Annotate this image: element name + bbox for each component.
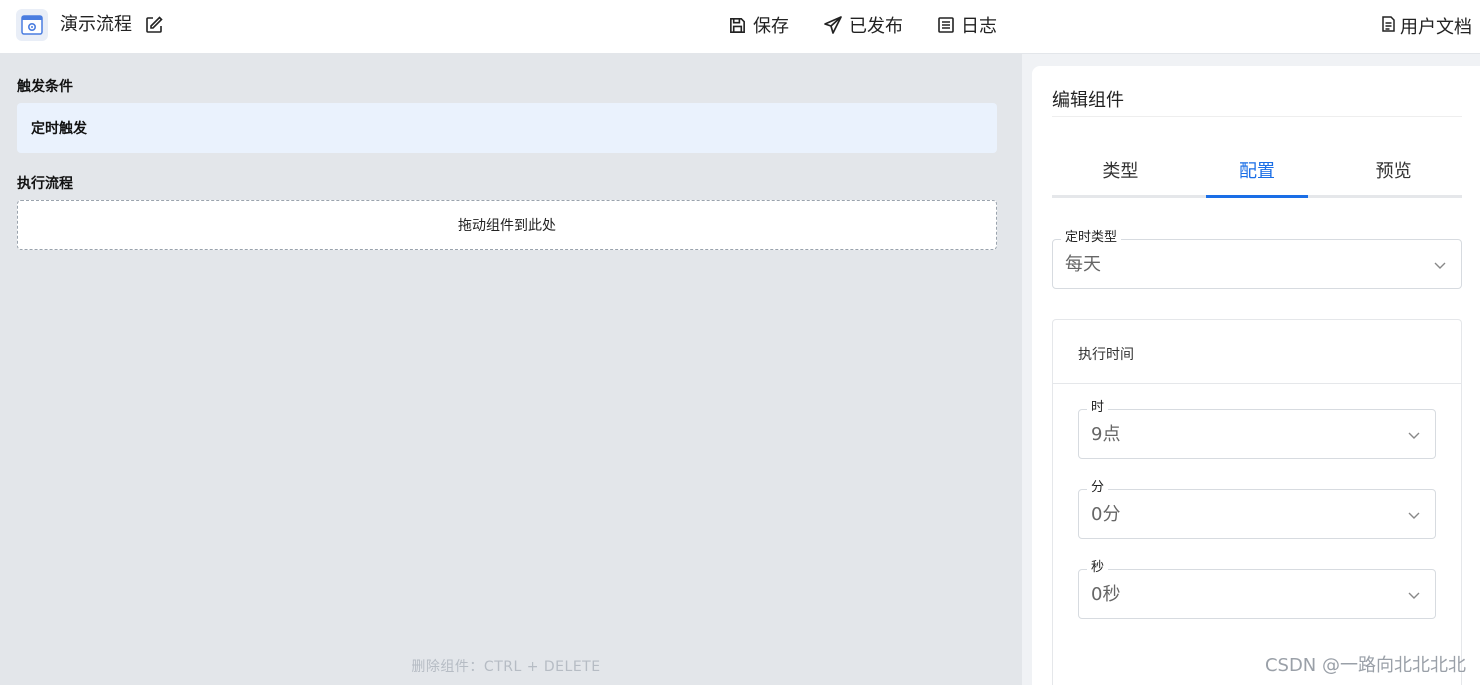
chevron-down-icon [1434,262,1446,269]
user-docs-label: 用户文档 [1400,17,1472,38]
second-label: 秒 [1087,560,1109,576]
panel-divider [1052,116,1462,117]
timer-type-label: 定时类型 [1061,230,1122,246]
hour-value: 9点 [1091,424,1121,445]
main-toolbar: 保存 已发布 日志 [728,13,997,37]
app-logo-icon [16,9,48,41]
hour-label: 时 [1087,400,1109,416]
tab-config[interactable]: 配置 [1189,158,1326,198]
publish-label: 已发布 [849,16,903,37]
flow-section-label: 执行流程 [17,176,73,192]
minute-label: 分 [1087,480,1109,496]
timer-type-value: 每天 [1065,254,1101,275]
editor-tabs: 类型 配置 预览 [1052,158,1462,198]
flow-canvas: 触发条件 定时触发 执行流程 拖动组件到此处 删除组件：CTRL + DELET… [0,54,1022,685]
save-icon [728,16,747,35]
log-button[interactable]: 日志 [937,12,997,38]
user-docs-link[interactable]: 用户文档 [1381,13,1472,39]
top-header: 演示流程 保存 已发布 日志 用户文档 [0,0,1480,54]
second-value: 0秒 [1091,584,1121,605]
publish-button[interactable]: 已发布 [823,12,903,38]
exec-time-title: 执行时间 [1078,347,1134,363]
save-button[interactable]: 保存 [728,12,789,38]
panel-title: 编辑组件 [1052,90,1124,111]
tab-type[interactable]: 类型 [1052,158,1189,195]
second-select[interactable]: 秒 0秒 [1078,560,1436,619]
list-doc-icon [937,16,955,34]
minute-value: 0分 [1091,504,1121,525]
minute-select[interactable]: 分 0分 [1078,480,1436,539]
delete-shortcut-hint: 删除组件：CTRL + DELETE [411,659,601,675]
log-label: 日志 [961,16,997,37]
flow-title: 演示流程 [60,14,132,35]
save-label: 保存 [753,16,789,37]
timer-type-select[interactable]: 定时类型 每天 [1052,230,1462,289]
paper-plane-icon [823,15,843,35]
exec-time-card: 执行时间 时 9点 分 0分 秒 0秒 [1052,319,1462,685]
csdn-watermark: CSDN @一路向北北北北 [1264,655,1466,676]
exec-time-header: 执行时间 [1053,320,1461,384]
edit-title-icon[interactable] [143,14,165,36]
hour-select[interactable]: 时 9点 [1078,400,1436,459]
trigger-section-label: 触发条件 [17,79,73,95]
editor-card: 编辑组件 类型 配置 预览 定时类型 每天 执行时间 时 9点 分 0分 秒 0… [1032,66,1480,685]
document-icon [1381,15,1396,37]
chevron-down-icon [1408,592,1420,599]
component-drop-zone[interactable]: 拖动组件到此处 [17,200,997,250]
trigger-item-timer[interactable]: 定时触发 [17,103,997,153]
chevron-down-icon [1408,432,1420,439]
component-editor-panel: 编辑组件 类型 配置 预览 定时类型 每天 执行时间 时 9点 分 0分 秒 0… [1022,54,1480,685]
chevron-down-icon [1408,512,1420,519]
tab-preview[interactable]: 预览 [1325,158,1462,195]
